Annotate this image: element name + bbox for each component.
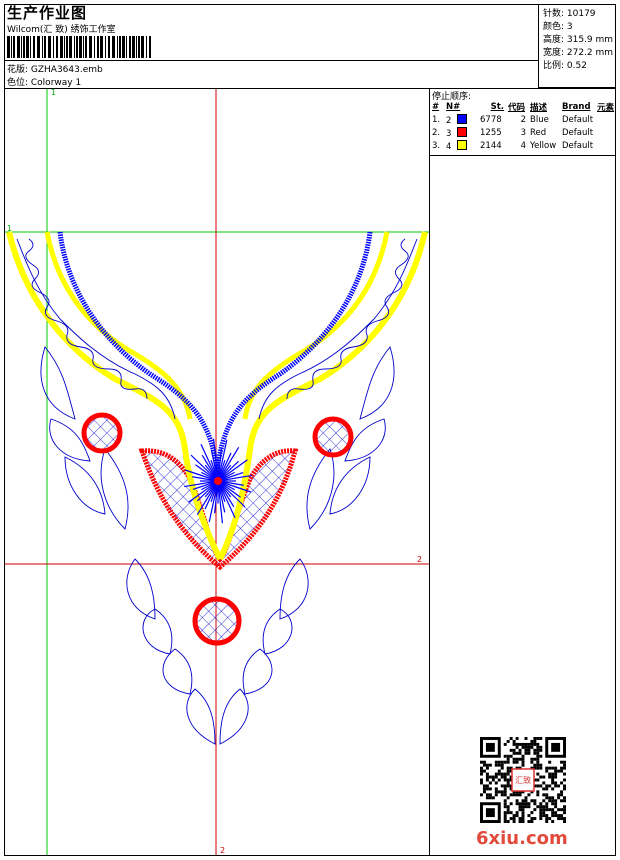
row-number: 1.: [432, 114, 441, 125]
color-swatch-yellow: [456, 139, 467, 150]
col-header: Brand: [562, 101, 591, 112]
col-header: St.: [490, 101, 504, 112]
row-number: 3.: [432, 140, 441, 151]
row-number: 2.: [432, 127, 441, 138]
table-row: 2. 3 1255 3 Red Default: [431, 126, 617, 139]
studio-name: Wilcom(汇 致) 绣饰工作室: [7, 25, 116, 35]
col-header: 描述: [530, 102, 548, 113]
seal-text: 汇致: [515, 775, 531, 785]
stop-sequence-table: # N# St. 代码 描述 Brand 元素 1. 2 6778 2 Blue…: [431, 100, 617, 152]
panel-divider: [429, 88, 430, 856]
row-code: 3: [520, 127, 526, 138]
row-desc: Red: [530, 127, 547, 138]
left-circle-motif: [81, 412, 123, 454]
watermark-site: 6xiu.com: [476, 828, 568, 849]
yellow-band-left-inner: [44, 231, 193, 420]
col-header: 元素: [597, 102, 615, 113]
stitch-count: 针数: 10179: [543, 9, 596, 19]
row-n: 4: [446, 141, 452, 152]
design-scale: 比例: 0.52: [543, 61, 587, 71]
qr-code: 汇致: [480, 737, 566, 823]
col-header: N#: [446, 101, 461, 112]
guide-label-v2: 2: [220, 846, 225, 855]
guide-label-v1: 1: [51, 89, 56, 97]
guide-label-h2: 2: [417, 555, 422, 564]
design-file-label: 花版: GZHA3643.emb: [7, 65, 103, 75]
page-title: 生产作业图: [7, 4, 88, 22]
row-stitches: 1255: [480, 127, 502, 138]
table-row: 3. 4 2144 4 Yellow Default: [431, 139, 617, 152]
right-circle-motif: [312, 416, 354, 458]
header-divider: [4, 60, 538, 61]
row-desc: Blue: [530, 114, 549, 125]
flower-center-dot: [214, 477, 222, 485]
color-swatch-red: [456, 126, 467, 137]
row-n: 3: [446, 128, 452, 139]
stop-table-rule: [429, 155, 616, 156]
color-count: 颜色: 3: [543, 22, 573, 32]
row-stitches: 6778: [480, 114, 502, 125]
bottom-circle-motif: [192, 596, 242, 646]
row-stitches: 2144: [480, 140, 502, 151]
row-brand: Default: [562, 114, 594, 125]
row-brand: Default: [562, 140, 594, 151]
colorway-label: 色位: Colorway 1: [7, 78, 82, 88]
col-header: 代码: [508, 102, 526, 113]
table-header-row: # N# St. 代码 描述 Brand 元素: [431, 100, 617, 113]
scallop-loops: [16, 238, 418, 420]
row-n: 2: [446, 115, 452, 126]
design-width: 宽度: 272.2 mm: [543, 48, 614, 58]
row-brand: Default: [562, 127, 594, 138]
embroidery-design: 1 1 2 2: [5, 89, 429, 855]
row-desc: Yellow: [530, 140, 557, 151]
table-row: 1. 2 6778 2 Blue Default: [431, 113, 617, 126]
col-header: #: [432, 101, 440, 112]
row-code: 2: [520, 114, 526, 125]
row-code: 4: [520, 140, 526, 151]
design-height: 高度: 315.9 mm: [543, 35, 614, 45]
color-swatch-blue: [456, 113, 467, 124]
barcode: [7, 36, 151, 58]
